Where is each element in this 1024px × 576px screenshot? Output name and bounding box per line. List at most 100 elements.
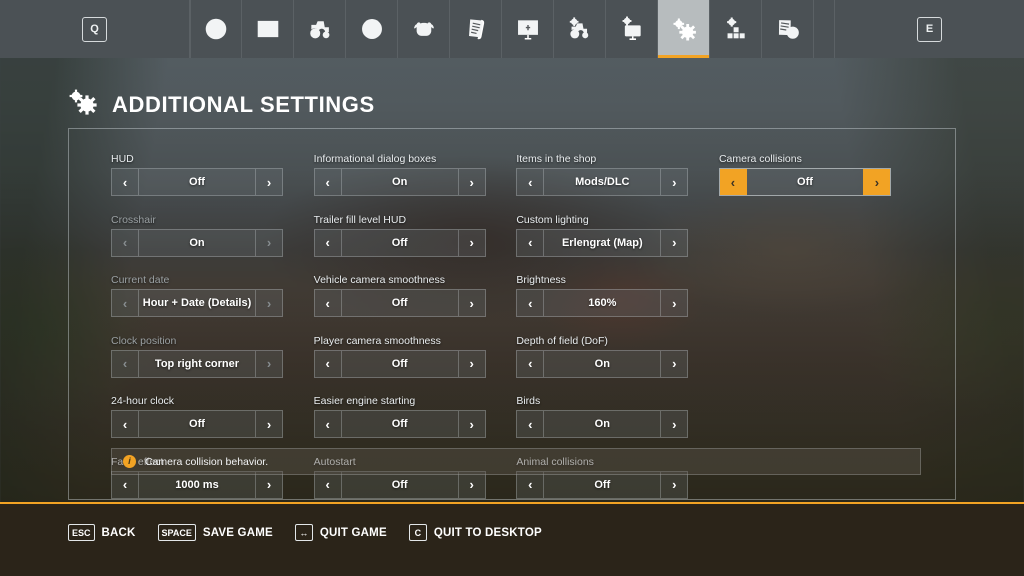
chevron-left-icon[interactable]: ‹ — [517, 229, 545, 256]
setting-stepper: ‹ Off › — [313, 349, 486, 378]
chevron-right-icon[interactable]: › — [457, 411, 485, 437]
chevron-left-icon[interactable]: ‹ — [517, 350, 545, 377]
setting-informational-dialog-boxes[interactable]: Informational dialog boxes ‹ On › — [313, 153, 500, 196]
setting-stepper: ‹ Off › — [111, 168, 283, 196]
chevron-left-icon[interactable]: ‹ — [719, 169, 747, 195]
nav-prev-key[interactable]: Q — [0, 0, 190, 58]
chevron-right-icon[interactable]: › — [457, 471, 485, 498]
key-hint-back[interactable]: ESC BACK — [68, 524, 136, 541]
setting-brightness[interactable]: Brightness ‹ 160% › — [516, 274, 702, 317]
finances-icon — [359, 16, 385, 42]
nav-tab-contracts[interactable] — [450, 0, 502, 58]
settings-column-3: Items in the shop ‹ Mods/DLC › Custom lighti… — [516, 153, 719, 499]
setting-items-in-the-shop[interactable]: Items in the shop ‹ Mods/DLC › — [516, 153, 702, 196]
setting-value: Off — [189, 176, 205, 188]
setting-label: Birds — [516, 395, 541, 407]
chevron-right-icon[interactable]: › — [660, 169, 687, 195]
setting-value: Off — [391, 478, 408, 491]
key-hint-label: SAVE GAME — [202, 526, 273, 539]
setting-vehicle-camera-smoothness[interactable]: Vehicle camera smoothness ‹ Off › — [313, 274, 500, 317]
chevron-left-icon[interactable]: ‹ — [517, 290, 545, 316]
chevron-left-icon[interactable]: ‹ — [315, 169, 342, 195]
additional-settings-icon — [671, 16, 697, 42]
setting-stepper: ‹ Mods/DLC › — [516, 168, 689, 196]
nav-tab-tractor[interactable] — [294, 0, 346, 58]
nav-tab-finances[interactable] — [346, 0, 398, 58]
setting-label: HUD — [111, 153, 134, 165]
chevron-right-icon[interactable]: › — [457, 229, 485, 256]
chevron-right-icon[interactable]: › — [457, 169, 485, 195]
chevron-right-icon[interactable]: › — [660, 229, 687, 256]
chevron-left-icon[interactable]: ‹ — [315, 290, 342, 316]
setting-hud[interactable]: HUD ‹ Off › — [111, 153, 297, 196]
nav-tab-display-settings[interactable] — [606, 0, 658, 58]
setting-stepper: ‹ On › — [516, 349, 689, 378]
setting-24-hour-clock[interactable]: 24-hour clock ‹ Off › — [111, 395, 297, 438]
setting-label: Brightness — [516, 274, 566, 286]
setting-value: Mods/DLC — [575, 176, 630, 188]
nav-tab-vehicle-settings[interactable] — [554, 0, 606, 58]
chevron-left-icon[interactable]: ‹ — [112, 411, 139, 437]
nav-tab-mods[interactable] — [710, 0, 762, 58]
setting-custom-lighting[interactable]: Custom lighting ‹ Erlengrat (Map) › — [516, 214, 702, 257]
nav-tab-additional-settings[interactable] — [658, 0, 710, 58]
nav-tab-globe[interactable] — [190, 0, 242, 58]
key-hint-save-game[interactable]: SPACE SAVE GAME — [157, 524, 273, 541]
nav-tab-info-document[interactable] — [762, 0, 814, 58]
chevron-right-icon[interactable]: › — [660, 290, 687, 316]
setting-value: Off — [391, 418, 408, 430]
chevron-left-icon[interactable]: ‹ — [315, 471, 342, 498]
settings-column-4: Camera collisions ‹ Off › — [718, 153, 921, 499]
setting-trailer-fill-level-hud[interactable]: Trailer fill level HUD ‹ Off › — [313, 214, 500, 257]
nav-tab-presentation[interactable] — [502, 0, 554, 58]
setting-camera-collisions[interactable]: Camera collisions ‹ Off › — [718, 153, 921, 196]
setting-stepper: ‹ On › — [111, 228, 283, 257]
setting-crosshair: Crosshair ‹ On › — [111, 214, 297, 257]
chevron-right-icon[interactable]: › — [660, 471, 687, 498]
setting-easier-engine-starting[interactable]: Easier engine starting ‹ Off › — [313, 395, 500, 438]
chevron-left-icon[interactable]: ‹ — [112, 471, 139, 498]
chevron-right-icon[interactable]: › — [660, 411, 687, 437]
chevron-right-icon[interactable]: › — [255, 471, 282, 498]
contracts-icon — [463, 16, 489, 42]
nav-next-key[interactable]: E — [834, 0, 1024, 58]
info-document-icon — [775, 16, 801, 42]
chevron-left-icon[interactable]: ‹ — [517, 411, 545, 437]
key-hint-quit-to-desktop[interactable]: C QUIT TO DESKTOP — [408, 524, 542, 541]
chevron-right-icon[interactable]: › — [255, 169, 282, 195]
chevron-left-icon[interactable]: ‹ — [112, 169, 139, 195]
key-hint-label: QUIT TO DESKTOP — [433, 526, 542, 539]
game-settings-screen: Q E ADDITIONAL SETTINGS HUD ‹ Off › Cros… — [0, 0, 1024, 576]
chevron-left-icon[interactable]: ‹ — [315, 350, 342, 377]
setting-value: On — [594, 357, 610, 370]
chevron-right-icon[interactable]: › — [457, 290, 485, 316]
chevron-left-icon: ‹ — [112, 290, 139, 316]
info-tooltip-text: Camera collision behavior. — [145, 455, 269, 468]
setting-stepper: ‹ Top right corner › — [111, 349, 283, 378]
setting-value: Top right corner — [154, 357, 240, 370]
setting-value: Erlengrat (Map) — [561, 236, 643, 249]
chevron-right-icon[interactable]: › — [457, 350, 485, 377]
setting-depth-of-field-dof[interactable]: Depth of field (DoF) ‹ On › — [516, 335, 702, 378]
chevron-left-icon[interactable]: ‹ — [315, 411, 342, 437]
key-hint-quit-game[interactable]: ↔ QUIT GAME — [294, 524, 387, 541]
setting-label: Items in the shop — [516, 153, 597, 165]
nav-tab-statistics[interactable] — [242, 0, 294, 58]
setting-value: 1000 ms — [175, 478, 219, 491]
setting-value: Off — [391, 236, 408, 249]
setting-birds[interactable]: Birds ‹ On › — [516, 395, 702, 438]
chevron-left-icon[interactable]: ‹ — [517, 471, 545, 498]
settings-grid: HUD ‹ Off › Crosshair ‹ On › Current date ‹ Hour +… — [111, 153, 921, 499]
chevron-left-icon: ‹ — [112, 229, 139, 256]
setting-value: 160% — [588, 297, 617, 309]
setting-player-camera-smoothness[interactable]: Player camera smoothness ‹ Off › — [313, 335, 500, 378]
chevron-right-icon[interactable]: › — [660, 350, 687, 377]
chevron-right-icon: › — [255, 229, 282, 256]
nav-tab-animals[interactable] — [398, 0, 450, 58]
setting-label: Camera collisions — [718, 153, 802, 165]
chevron-left-icon[interactable]: ‹ — [517, 169, 545, 195]
chevron-left-icon[interactable]: ‹ — [315, 229, 342, 256]
chevron-right-icon[interactable]: › — [862, 169, 890, 195]
globe-icon — [203, 16, 229, 42]
chevron-right-icon[interactable]: › — [255, 411, 282, 437]
